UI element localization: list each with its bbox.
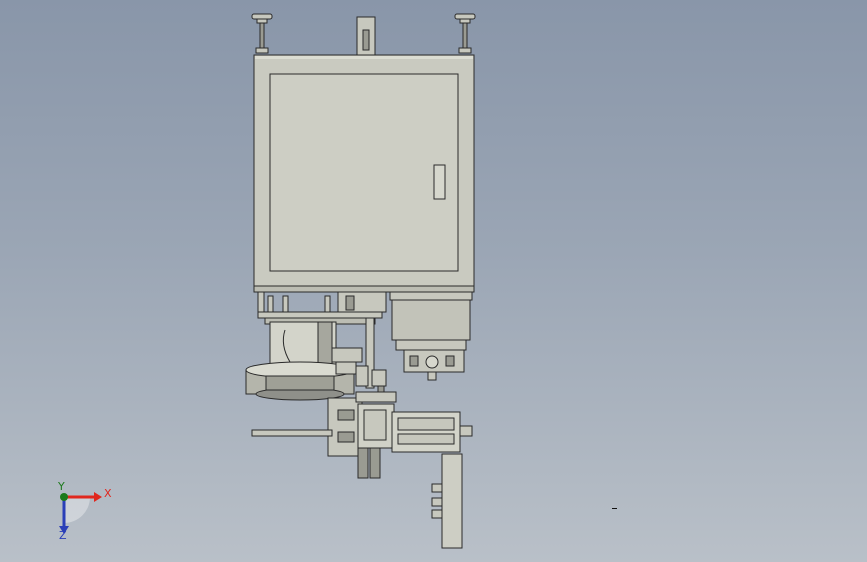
servo-motor	[389, 291, 473, 381]
x-axis-arrowhead-icon	[94, 492, 102, 502]
cabinet-handle-icon	[433, 164, 446, 200]
y-axis-label: Y	[58, 480, 65, 493]
cad-viewport[interactable]	[0, 0, 867, 562]
slide-table	[251, 391, 473, 479]
y-axis-origin-icon	[60, 493, 68, 501]
leveling-foot-left	[251, 13, 273, 54]
electrical-cabinet	[253, 54, 475, 293]
top-bracket	[356, 16, 376, 56]
cursor-mark	[612, 508, 617, 509]
z-axis-label: Z	[59, 529, 67, 542]
machine-assembly	[245, 13, 476, 549]
vertical-post	[431, 453, 463, 549]
coordinate-triad	[59, 492, 102, 534]
leveling-foot-right	[454, 13, 476, 54]
triad-shadow	[64, 497, 90, 523]
x-axis-label: X	[104, 487, 112, 500]
